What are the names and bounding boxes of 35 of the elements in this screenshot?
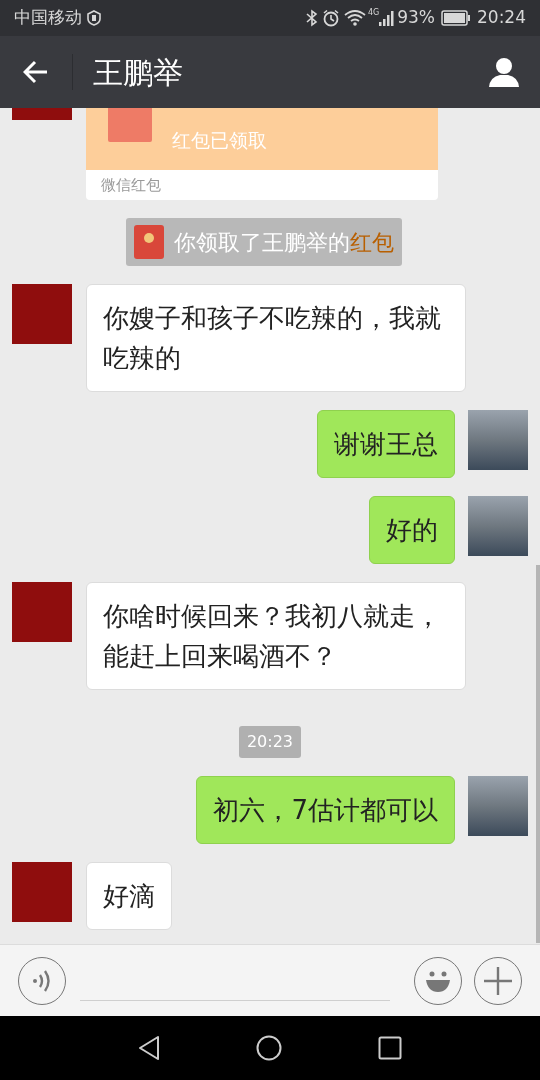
shield-icon — [86, 10, 102, 26]
avatar-photo-placeholder[interactable] — [468, 776, 528, 836]
timestamp: 20:23 — [238, 726, 302, 758]
message-bubble[interactable]: 你嫂子和孩子不吃辣的，我就吃辣的 — [86, 284, 466, 392]
triangle-icon — [138, 1035, 160, 1061]
alarm-icon — [321, 9, 340, 27]
back-arrow-icon — [23, 60, 49, 84]
message-bubble[interactable]: 初六，7估计都可以 — [196, 776, 455, 844]
signal-icon — [379, 9, 396, 27]
message-bubble[interactable]: 好滴 — [86, 862, 172, 930]
home-button[interactable] — [256, 1035, 282, 1061]
envelope-status: 红包已领取 — [172, 127, 267, 153]
scrollbar[interactable] — [536, 565, 540, 943]
chat-title: 王鹏举 — [93, 53, 183, 92]
circle-icon — [256, 1035, 282, 1061]
message-bubble[interactable]: 你啥时候回来？我初八就走，能赶上回来喝酒不？ — [86, 582, 466, 690]
network-type: 4G — [367, 7, 380, 19]
clock-time: 20:24 — [477, 6, 526, 30]
message-bubble[interactable]: 谢谢王总 — [317, 410, 455, 478]
carrier-name: 中国移动 — [14, 6, 82, 30]
square-icon — [378, 1036, 402, 1060]
bluetooth-icon — [305, 9, 318, 27]
plus-icon — [484, 966, 512, 995]
battery-icon — [441, 10, 471, 26]
voice-icon — [32, 969, 52, 992]
battery-percent: 93% — [397, 6, 435, 30]
recents-button[interactable] — [378, 1036, 402, 1060]
avatar-photo-placeholder[interactable] — [468, 410, 528, 470]
notice-text: 你领取了王鹏举的红包 — [173, 228, 394, 257]
message-bubble[interactable]: 好的 — [369, 496, 455, 564]
nav-back-button[interactable] — [138, 1035, 160, 1061]
envelope-source-label: 微信红包 — [101, 174, 161, 196]
avatar-photo-placeholder[interactable] — [468, 496, 528, 556]
person-icon — [488, 56, 520, 88]
wifi-icon — [343, 9, 366, 27]
